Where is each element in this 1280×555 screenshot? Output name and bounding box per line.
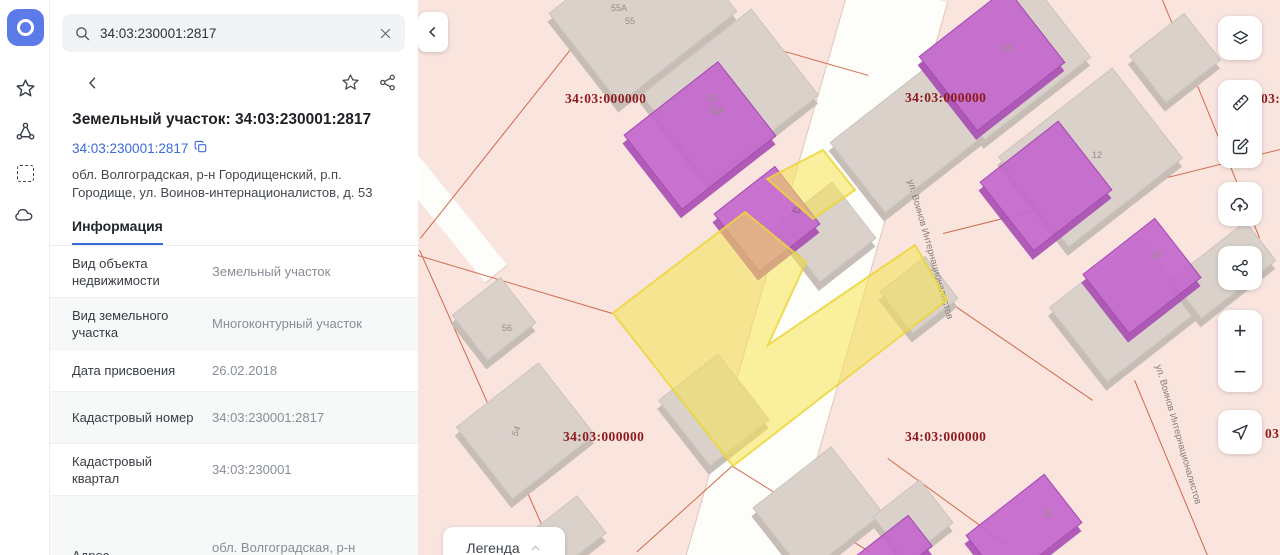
building-label: 10 [1152,250,1163,260]
tab-information[interactable]: Информация [72,218,163,245]
measure-button[interactable] [1218,80,1262,124]
chevron-up-icon [530,544,540,551]
share-button[interactable] [378,73,397,92]
info-row: Вид объекта недвижимости Земельный участ… [50,246,418,298]
search-bar [62,14,405,52]
cadastral-map-app: Земельный участок: 34:03:230001:2817 34:… [0,0,1280,555]
row-label: Кадастровый квартал [72,453,153,486]
building-label: 43 [792,206,801,215]
building [451,277,537,361]
row-value: Многоконтурный участок [212,316,362,331]
quarter-label: 34:03:000000 [905,90,987,105]
cadastral-number-link-row: 34:03:230001:2817 [72,140,396,157]
info-row: Дата присвоения 26.02.2018 [50,350,418,392]
map-canvas[interactable]: 34:03:000000 34:03:000000 34:03:000000 3… [418,0,1280,555]
objects-network-icon[interactable] [13,119,37,143]
quarter-label: 34:03:000000 [563,429,645,444]
collapse-panel-button[interactable] [418,12,448,52]
row-label: Кадастровый номер [72,410,194,425]
favorite-star-button[interactable] [341,73,360,92]
info-rows: Вид объекта недвижимости Земельный участ… [50,246,418,555]
row-label: Вид земельного участка [72,307,169,340]
building-label: 55А [611,3,628,13]
favorites-star-icon[interactable] [13,76,37,100]
row-value: 34:03:230001:2817 [212,410,325,425]
row-label: Дата присвоения [72,363,176,378]
upload-button[interactable] [1218,182,1262,226]
app-logo[interactable] [7,9,44,46]
row-value: 26.02.2018 [212,363,278,378]
cadastral-number-link[interactable]: 34:03:230001:2817 [72,141,188,156]
search-icon [74,25,91,42]
street-label: ул. Воинов Интернационалистов [1152,363,1204,506]
clear-search-icon[interactable] [378,26,393,41]
copy-icon[interactable] [194,140,208,157]
building-label: 14 [1001,43,1012,53]
back-button[interactable] [84,74,102,92]
zoom-group: + − [1218,310,1262,392]
legend-label: Легенда [466,540,520,555]
info-row: Вид земельного участка Многоконтурный уч… [50,298,418,350]
object-title: Земельный участок: 34:03:230001:2817 [72,111,372,128]
locate-button[interactable] [1218,410,1262,454]
tabs: Информация [50,218,418,246]
zoom-in-button[interactable]: + [1218,310,1262,351]
row-value: 34:03:230001 [212,462,292,477]
logo-ring-icon [17,19,34,36]
row-value: обл. Волгоградская, р-н Городищенский, р… [212,539,356,555]
legend-button[interactable]: Легенда [443,527,565,555]
area-select-icon[interactable] [13,161,37,185]
quarter-label: 34:03:000000 [565,91,647,106]
building [1128,12,1222,104]
navigation-arrow-icon [1232,424,1248,440]
left-rail [0,0,50,555]
quarter-label: 34:03:000000 [905,429,987,444]
info-row: Адрес обл. Волгоградская, р-н Городищенс… [50,496,418,555]
building-label: 56 [502,323,513,333]
info-row: Кадастровый номер 34:03:230001:2817 [50,392,418,444]
info-row: Кадастровый квартал 34:03:230001 [50,444,418,496]
measure-edit-group [1218,80,1262,168]
row-value: Земельный участок [212,264,331,279]
object-address: обл. Волгоградская, р-н Городищенский, р… [72,167,373,200]
object-info-panel: Земельный участок: 34:03:230001:2817 34:… [50,0,418,555]
search-input[interactable] [100,25,369,41]
building-label: 53А [709,106,726,116]
layers-icon [1232,30,1248,44]
lasso-cloud-icon[interactable] [13,203,37,227]
building-label: 55 [625,16,636,26]
edit-icon [1232,137,1249,154]
building-label: 53 [707,93,718,103]
dashed-square-icon [16,164,34,182]
zoom-out-button[interactable]: − [1218,351,1262,392]
quarter-label-partial: 03:0 [1261,91,1280,106]
oks-building [965,473,1083,555]
building-label: 11 [1043,508,1053,518]
row-label: Адрес [72,547,202,555]
cloud-upload-icon [1230,197,1249,212]
row-label: Вид объекта недвижимости [72,255,160,288]
share-map-button[interactable] [1218,246,1262,290]
layers-button[interactable] [1218,16,1262,60]
quarter-label-partial: 03: [1265,426,1280,441]
share-icon [1232,259,1248,277]
panel-header [66,73,397,92]
building-label: 12 [1092,150,1103,160]
ruler-icon [1232,94,1248,110]
edit-button[interactable] [1218,124,1262,168]
